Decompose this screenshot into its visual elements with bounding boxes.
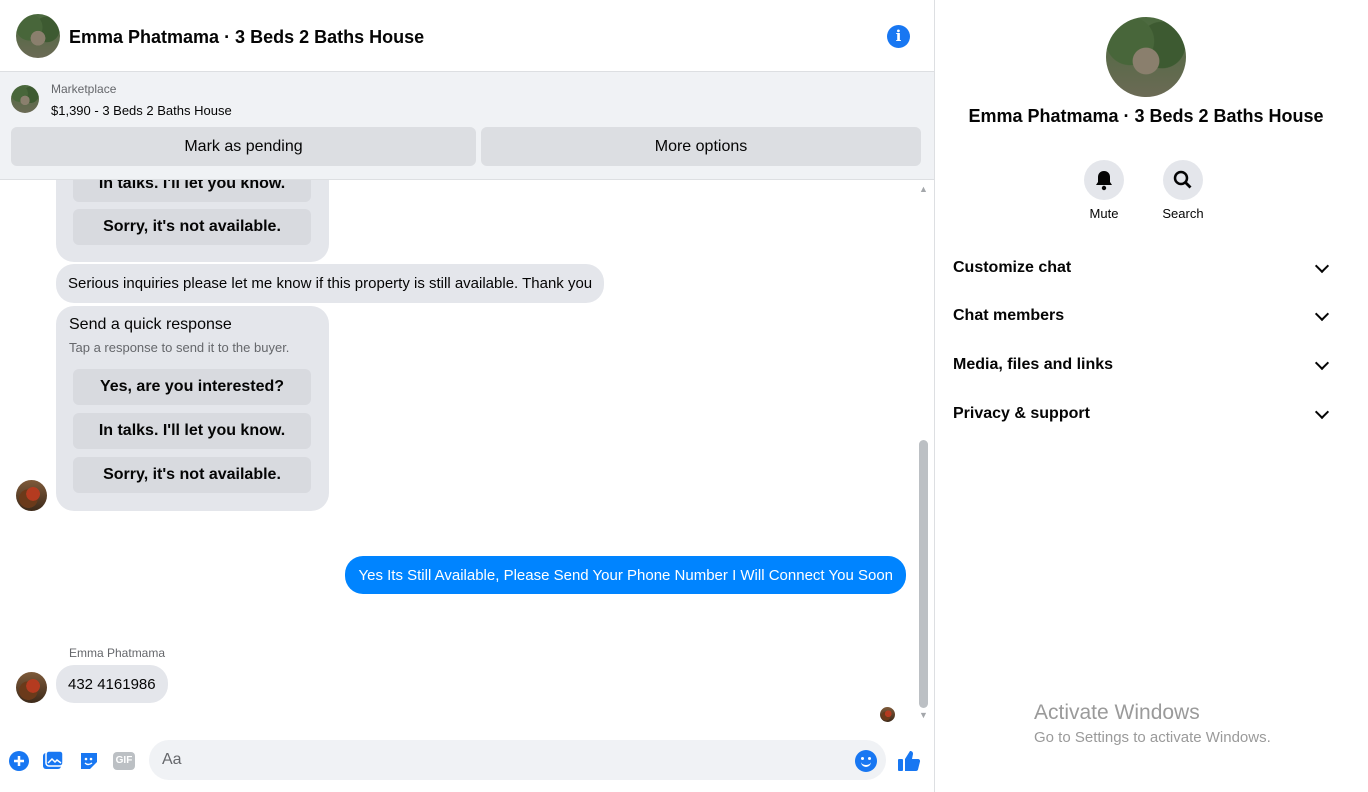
- marketplace-banner: Marketplace $1,390 - 3 Beds 2 Baths Hous…: [0, 72, 934, 180]
- message-thread[interactable]: In talks. I'll let you know. Sorry, it's…: [0, 180, 916, 726]
- info-icon[interactable]: i: [887, 25, 910, 48]
- inquiry-message[interactable]: Serious inquiries please let me know if …: [56, 264, 605, 303]
- search-button[interactable]: [1163, 160, 1203, 200]
- chat-title[interactable]: Emma Phatmama · 3 Beds 2 Baths House: [69, 27, 424, 48]
- scroll-up-arrow-icon[interactable]: ▲: [919, 184, 928, 194]
- gif-label: GIF: [115, 755, 133, 766]
- section-chat-members[interactable]: Chat members: [953, 296, 1333, 336]
- search-label: Search: [1162, 206, 1204, 221]
- chevron-down-icon: [1314, 355, 1330, 370]
- section-label: Customize chat: [953, 259, 1072, 276]
- chevron-down-icon: [1314, 306, 1330, 321]
- quick-reply-not-available-button[interactable]: Sorry, it's not available.: [73, 209, 311, 245]
- add-icon[interactable]: [8, 750, 30, 772]
- section-customize-chat[interactable]: Customize chat: [953, 248, 1333, 288]
- read-receipt-avatar: [880, 707, 895, 722]
- scroll-down-arrow-icon[interactable]: ▼: [919, 710, 928, 720]
- photo-icon[interactable]: [42, 750, 64, 772]
- sender-avatar[interactable]: [16, 672, 47, 703]
- message-input-placeholder: Aa: [162, 751, 182, 768]
- thread-scrollbar[interactable]: ▲ ▼: [916, 180, 934, 726]
- contact-avatar[interactable]: [16, 14, 60, 58]
- quick-reply-in-talks-button[interactable]: In talks. I'll let you know.: [73, 413, 311, 449]
- chat-header: Emma Phatmama · 3 Beds 2 Baths House i: [0, 0, 934, 72]
- conversation-info-panel: Emma Phatmama · 3 Beds 2 Baths House Mut…: [936, 0, 1368, 792]
- profile-avatar[interactable]: [1106, 17, 1186, 97]
- chevron-down-icon: [1314, 404, 1330, 419]
- quick-reply-interested-button[interactable]: Yes, are you interested?: [73, 369, 311, 405]
- listing-title[interactable]: $1,390 - 3 Beds 2 Baths House: [51, 103, 232, 118]
- quick-reply-in-talks-button[interactable]: In talks. I'll let you know.: [73, 180, 311, 202]
- listing-thumbnail[interactable]: [11, 85, 39, 113]
- scrollbar-thumb[interactable]: [919, 440, 928, 708]
- sticker-icon[interactable]: [78, 750, 100, 772]
- section-media-files-links[interactable]: Media, files and links: [953, 345, 1333, 385]
- section-privacy-support[interactable]: Privacy & support: [953, 394, 1333, 434]
- activate-windows-title: Activate Windows: [1034, 701, 1200, 724]
- like-thumb-icon[interactable]: [897, 749, 921, 773]
- sender-name: Emma Phatmama: [69, 646, 166, 660]
- chevron-down-icon: [1314, 258, 1330, 273]
- profile-name: Emma Phatmama · 3 Beds 2 Baths House: [968, 106, 1324, 126]
- activate-windows-subtitle: Go to Settings to activate Windows.: [1034, 729, 1271, 746]
- more-options-button[interactable]: More options: [481, 127, 921, 166]
- quick-reply-not-available-button[interactable]: Sorry, it's not available.: [73, 457, 311, 493]
- mute-label: Mute: [1089, 206, 1119, 221]
- bell-icon: [1096, 171, 1112, 191]
- outgoing-message[interactable]: Yes Its Still Available, Please Send You…: [345, 556, 906, 594]
- message-input[interactable]: Aa: [149, 740, 886, 780]
- mark-as-pending-button[interactable]: Mark as pending: [11, 127, 476, 166]
- phone-number-message[interactable]: 432 4161986: [56, 665, 168, 703]
- mute-button[interactable]: [1084, 160, 1124, 200]
- quick-response-subtitle: Tap a response to send it to the buyer.: [69, 340, 290, 355]
- marketplace-label: Marketplace: [51, 82, 117, 96]
- messenger-window: Emma Phatmama · 3 Beds 2 Baths House i M…: [0, 0, 1368, 792]
- quick-response-card: Send a quick response Tap a response to …: [56, 306, 329, 511]
- quick-response-title: Send a quick response: [69, 316, 232, 333]
- search-icon: [1173, 170, 1192, 189]
- sender-avatar[interactable]: [16, 480, 47, 511]
- emoji-icon[interactable]: [855, 750, 877, 772]
- section-label: Privacy & support: [953, 405, 1090, 422]
- chat-panel: Emma Phatmama · 3 Beds 2 Baths House i M…: [0, 0, 935, 792]
- message-composer: GIF Aa: [0, 726, 934, 792]
- section-label: Media, files and links: [953, 356, 1114, 373]
- gif-icon[interactable]: GIF: [113, 752, 135, 770]
- section-label: Chat members: [953, 307, 1065, 324]
- quick-response-card: In talks. I'll let you know. Sorry, it's…: [56, 180, 329, 262]
